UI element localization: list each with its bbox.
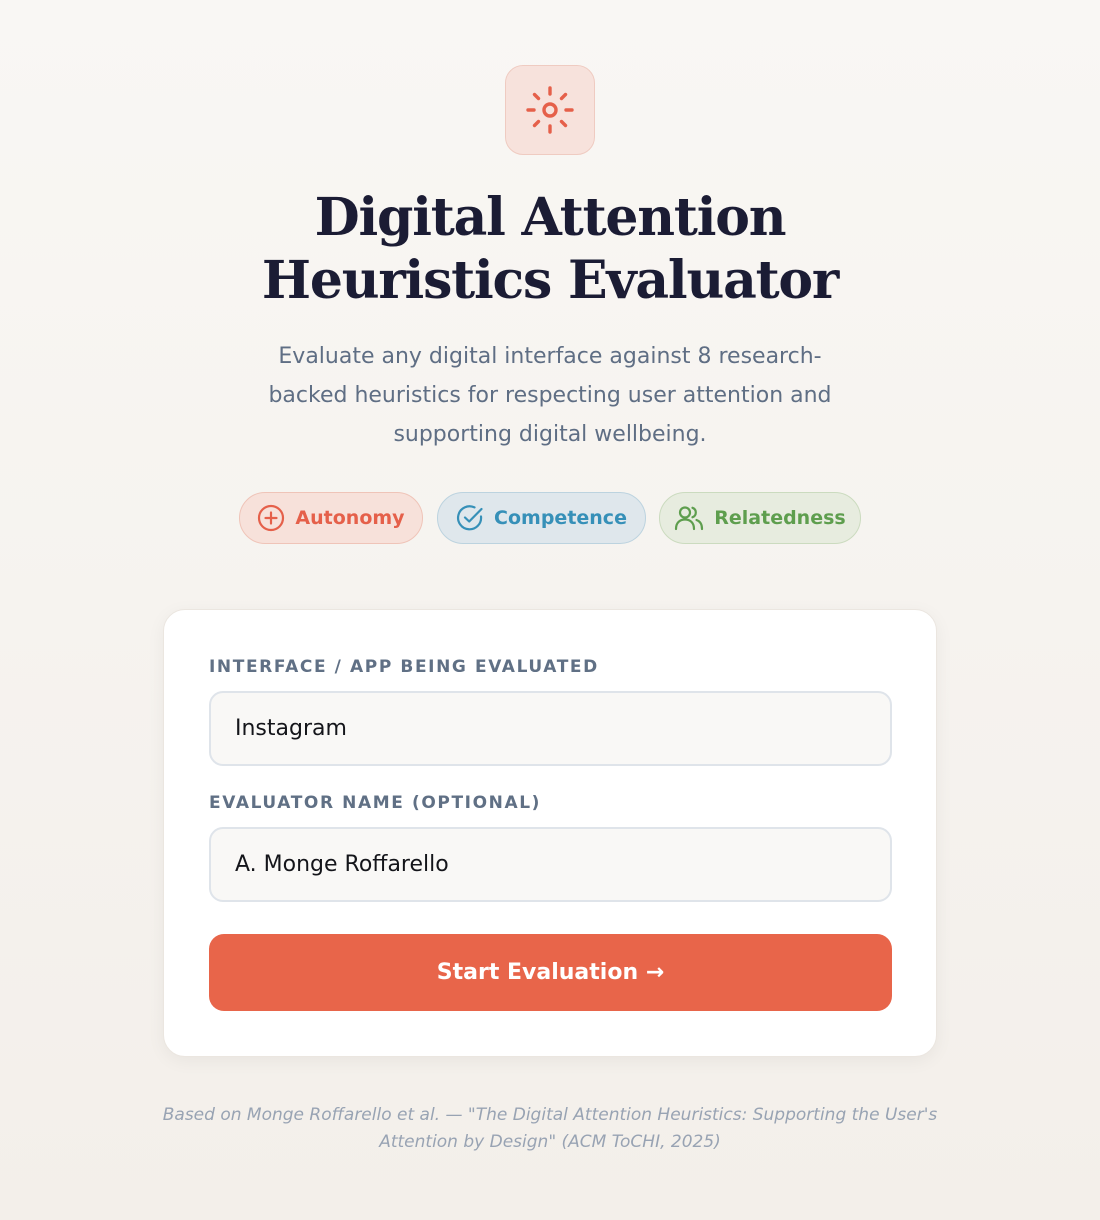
evaluator-field-label: EVALUATOR NAME (OPTIONAL) [209, 793, 542, 813]
pill-autonomy: Autonomy [239, 492, 423, 544]
evaluator-name-input[interactable] [209, 827, 892, 902]
evaluation-form-card: INTERFACE / APP BEING EVALUATED EVALUATO… [163, 609, 937, 1057]
title-line-2: Heuristics Evaluator [261, 250, 839, 311]
pill-relatedness: Relatedness [659, 492, 861, 544]
interface-field-label: INTERFACE / APP BEING EVALUATED [209, 657, 599, 677]
plus-circle-icon [258, 504, 285, 532]
citation-footer: Based on Monge Roffarello et al. — "The … [162, 1105, 938, 1152]
pill-autonomy-label: Autonomy [295, 507, 405, 529]
app-logo [505, 65, 595, 155]
pill-relatedness-label: Relatedness [714, 507, 846, 529]
page-title: Digital Attention Heuristics Evaluator [0, 186, 1100, 312]
title-line-1: Digital Attention [314, 187, 787, 248]
interface-input[interactable] [209, 691, 892, 766]
pill-competence-label: Competence [494, 507, 627, 529]
users-icon [675, 506, 704, 531]
check-circle-icon [457, 505, 483, 531]
sun-icon [526, 86, 574, 134]
pill-competence: Competence [437, 492, 646, 544]
start-evaluation-button[interactable]: Start Evaluation → [209, 934, 892, 1011]
page-subtitle: Evaluate any digital interface against 8… [268, 344, 832, 447]
